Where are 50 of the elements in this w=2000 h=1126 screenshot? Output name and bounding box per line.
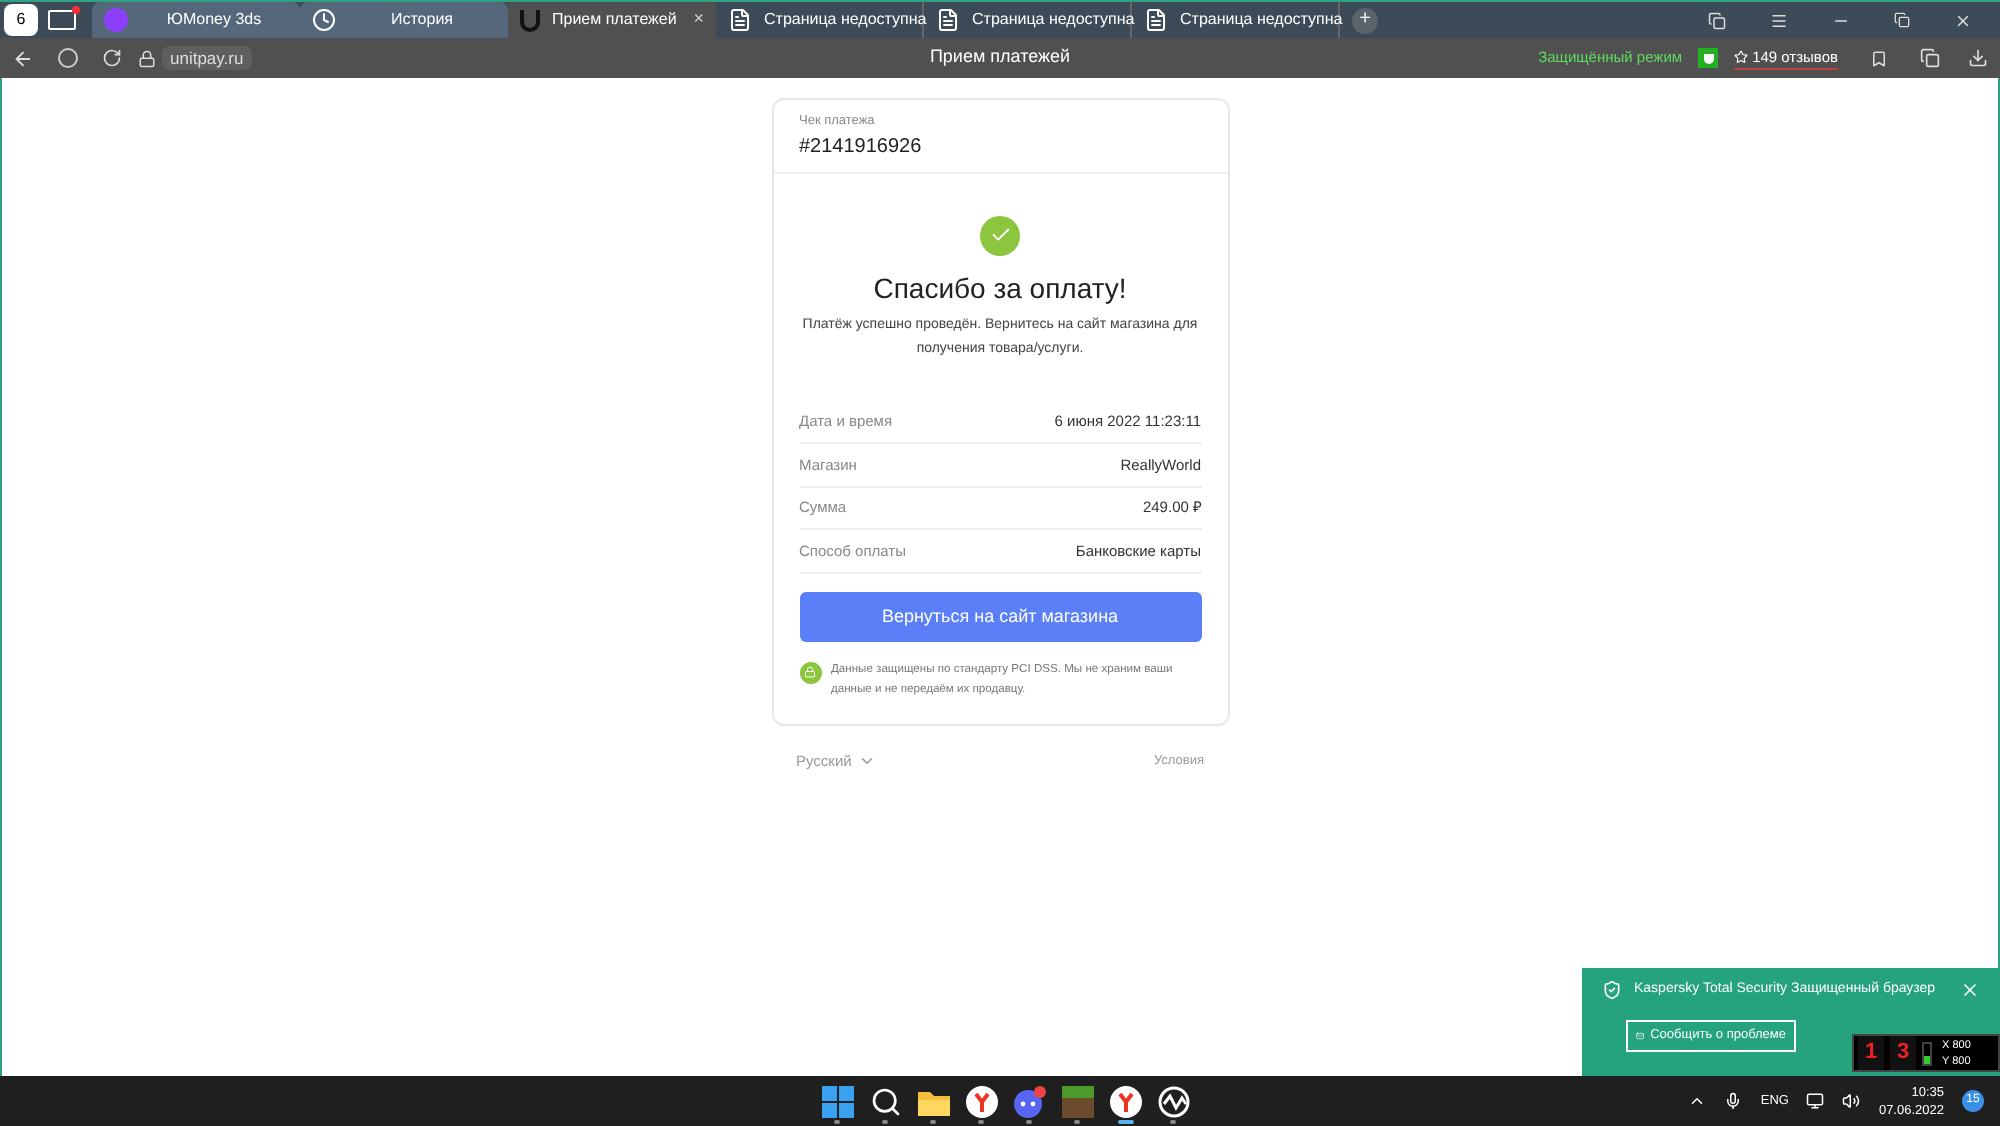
success-title: Спасибо за оплату! bbox=[873, 269, 1127, 308]
mail-icon bbox=[1636, 1027, 1645, 1043]
shield-icon bbox=[1602, 980, 1622, 1001]
page-icon bbox=[728, 8, 752, 32]
lock-icon bbox=[138, 49, 156, 67]
yandex-browser-icon[interactable] bbox=[1109, 1085, 1141, 1117]
close-tab-button[interactable]: × bbox=[693, 6, 704, 34]
clock-icon bbox=[312, 8, 336, 32]
tab-title: Страница недоступна bbox=[764, 8, 927, 32]
close-icon[interactable] bbox=[1954, 11, 1972, 29]
folder-icon[interactable] bbox=[917, 1087, 949, 1115]
receipt-number: #2141916926 bbox=[799, 133, 924, 162]
star-icon bbox=[1734, 50, 1749, 64]
u-logo-icon bbox=[520, 8, 540, 32]
search-icon[interactable] bbox=[869, 1085, 901, 1117]
yandex-browser-icon[interactable] bbox=[965, 1085, 997, 1117]
new-tab-button[interactable]: + bbox=[1352, 7, 1378, 33]
tray-expand-icon[interactable] bbox=[1688, 1092, 1707, 1110]
tab-title: История bbox=[388, 8, 456, 32]
microphone-icon[interactable] bbox=[1724, 1092, 1743, 1110]
menu-icon[interactable] bbox=[1770, 11, 1788, 29]
close-icon[interactable] bbox=[1960, 980, 1980, 1001]
overlay-digit: 3 bbox=[1890, 1036, 1916, 1070]
tab-title: ЮMoney 3ds bbox=[164, 8, 264, 32]
url-field[interactable]: unitpay.ru bbox=[138, 45, 252, 71]
browser-tab[interactable]: Прием платежей × bbox=[508, 2, 716, 38]
back-icon[interactable] bbox=[12, 47, 34, 69]
tab-title: Страница недоступна bbox=[1180, 8, 1343, 32]
lock-icon bbox=[799, 661, 821, 684]
tab-title: Страница недоступна bbox=[972, 8, 1135, 32]
url-text: unitpay.ru bbox=[162, 45, 252, 71]
overlay-digit: 1 bbox=[1858, 1036, 1884, 1070]
bookmark-icon[interactable] bbox=[1870, 49, 1888, 67]
page-icon bbox=[936, 8, 960, 32]
page-title: Прием платежей bbox=[929, 44, 1071, 71]
home-button[interactable]: 6 bbox=[4, 4, 38, 36]
browser-tab[interactable]: ЮMoney 3ds bbox=[92, 2, 300, 38]
success-icon bbox=[980, 215, 1020, 256]
level-icon bbox=[1922, 1041, 1932, 1065]
reload-icon[interactable] bbox=[102, 48, 122, 68]
browser-tab[interactable]: История bbox=[300, 2, 508, 38]
page-icon bbox=[1144, 8, 1168, 32]
download-icon[interactable] bbox=[1968, 48, 1988, 68]
tab-title: Прием платежей bbox=[552, 8, 679, 32]
restore-icon[interactable] bbox=[1894, 12, 1910, 28]
return-button[interactable]: Вернуться на сайт магазина bbox=[799, 591, 1201, 642]
grass-block-icon[interactable] bbox=[1061, 1085, 1093, 1117]
volume-icon[interactable] bbox=[1842, 1092, 1861, 1110]
windows-icon[interactable] bbox=[821, 1085, 853, 1117]
shield-icon[interactable] bbox=[1698, 48, 1719, 68]
